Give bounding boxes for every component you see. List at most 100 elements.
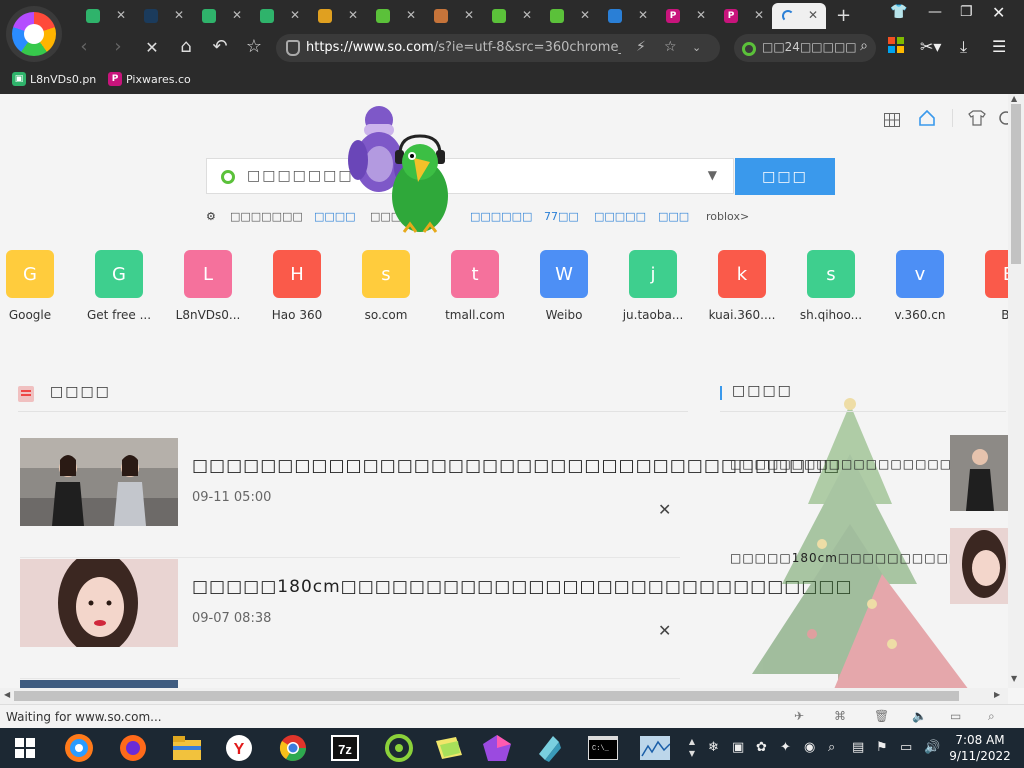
news-thumbnail[interactable] xyxy=(20,680,178,688)
site-label[interactable]: Hao 360 xyxy=(257,308,337,322)
tab-close-icon[interactable]: ✕ xyxy=(522,8,532,22)
quick-site-tile[interactable]: t tmall.com xyxy=(435,250,515,322)
green-app-icon[interactable] xyxy=(384,734,414,762)
scroll-left-arrow[interactable]: ◀ xyxy=(4,690,10,699)
download-icon[interactable]: ⤓ xyxy=(960,37,967,57)
tab-search[interactable]: ✕ xyxy=(598,3,656,29)
favorite-star-icon[interactable]: ☆ xyxy=(664,39,677,55)
accelerate-icon[interactable]: ✈ xyxy=(794,709,804,723)
minimize-button[interactable]: — xyxy=(928,4,942,20)
tab-close-icon[interactable]: ✕ xyxy=(754,8,764,22)
tray-app-icon[interactable]: ⌕ xyxy=(828,740,835,755)
tab-close-icon[interactable]: ✕ xyxy=(808,8,818,22)
green-parrot-mascot[interactable] xyxy=(384,132,456,240)
quick-site-tile[interactable]: s so.com xyxy=(346,250,426,322)
menu-icon[interactable]: ☰ xyxy=(992,37,1006,56)
tab-3[interactable]: ✕ xyxy=(192,3,250,29)
quick-site-tile[interactable]: j ju.taoba... xyxy=(613,250,693,322)
site-letter-icon[interactable]: t xyxy=(451,250,499,298)
resource-monitor-icon[interactable] xyxy=(640,734,670,762)
quick-site-tile[interactable]: H Hao 360 xyxy=(257,250,337,322)
network-tray-icon[interactable]: ▭ xyxy=(900,740,912,755)
search-icon[interactable]: ⌕ xyxy=(860,38,868,54)
scroll-up-arrow[interactable]: ▲ xyxy=(1011,94,1017,103)
news-item[interactable] xyxy=(20,680,680,688)
site-label[interactable]: L8nVDs0... xyxy=(168,308,248,322)
site-label[interactable]: sh.qihoo... xyxy=(791,308,871,322)
side-news-thumbnail[interactable] xyxy=(950,528,1008,604)
site-letter-icon[interactable]: G xyxy=(6,250,54,298)
window-icon[interactable]: ▭ xyxy=(950,709,961,723)
bookmark-star-icon[interactable]: ☆ xyxy=(242,36,266,57)
tab-pixwares-1[interactable]: P ✕ xyxy=(656,3,714,29)
settings-gear-icon[interactable] xyxy=(998,110,1008,130)
site-letter-icon[interactable]: W xyxy=(540,250,588,298)
quick-site-tile[interactable]: v v.360.cn xyxy=(880,250,960,322)
maximize-button[interactable]: ❐ xyxy=(960,4,973,20)
site-letter-icon[interactable]: B xyxy=(985,250,1008,298)
gem-app-icon[interactable] xyxy=(482,734,512,762)
tab-close-icon[interactable]: ✕ xyxy=(116,8,126,22)
horizontal-scrollbar[interactable]: ◀ ▶ xyxy=(0,688,1008,704)
quick-site-tile[interactable]: s sh.qihoo... xyxy=(791,250,871,322)
site-label[interactable]: ju.taoba... xyxy=(613,308,693,322)
taskbar-overflow-scroller[interactable]: ▲ ▼ xyxy=(686,734,698,762)
firefox-taskbar-icon[interactable] xyxy=(118,734,148,762)
url-text[interactable]: https://www.so.com/s?ie=utf-8&src=360chr… xyxy=(306,40,621,55)
chevron-down-icon[interactable]: ⌄ xyxy=(692,41,701,54)
news-item[interactable]: □□□□□□□□□□□□□□□□□□□□□□□□□□□□□□□□□□□□□□ 0… xyxy=(20,438,839,558)
command-prompt-icon[interactable]: C:\_ xyxy=(588,734,618,762)
image-tray-icon[interactable]: ▣ xyxy=(732,740,744,755)
tab-so-3[interactable]: ✕ xyxy=(540,3,598,29)
site-letter-icon[interactable]: v xyxy=(896,250,944,298)
settings-icon[interactable]: ⚙ xyxy=(206,210,216,223)
hot-search-link[interactable]: roblox> xyxy=(706,210,749,223)
back-button[interactable]: ‹ xyxy=(72,36,96,57)
scroll-down-arrow[interactable]: ▼ xyxy=(1011,674,1017,683)
horizontal-scroll-thumb[interactable] xyxy=(14,691,959,701)
bookmark-item[interactable]: ▣ L8nVDs0.pn xyxy=(12,72,96,86)
tray-app-icon[interactable]: ✿ xyxy=(756,740,767,755)
site-label[interactable]: tmall.com xyxy=(435,308,515,322)
tab-close-icon[interactable]: ✕ xyxy=(464,8,474,22)
flag-tray-icon[interactable]: ⚑ xyxy=(876,740,888,755)
crystal-app-icon[interactable] xyxy=(534,734,564,762)
site-label[interactable]: Ba xyxy=(969,308,1008,322)
vertical-scroll-thumb[interactable] xyxy=(1011,104,1021,264)
bookmark-item[interactable]: P Pixwares.co xyxy=(108,72,191,86)
volume-tray-icon[interactable]: 🔊 xyxy=(924,740,940,755)
site-label[interactable]: so.com xyxy=(346,308,426,322)
site-letter-icon[interactable]: s xyxy=(362,250,410,298)
hot-search-link[interactable]: □□□□□□□ xyxy=(230,210,303,223)
zoom-icon[interactable]: ⌕ xyxy=(988,709,995,724)
tab-close-icon[interactable]: ✕ xyxy=(580,8,590,22)
side-news-thumbnail[interactable] xyxy=(950,435,1008,511)
tray-app-icon[interactable]: ▤ xyxy=(852,740,864,755)
vertical-scrollbar[interactable]: ▲ ▼ xyxy=(1008,94,1024,688)
apps-grid-icon[interactable] xyxy=(888,37,904,57)
hot-search-link[interactable]: □□□□□ xyxy=(594,210,646,223)
tab-so-2[interactable]: ✕ xyxy=(482,3,540,29)
cleanup-icon[interactable]: ⌘ xyxy=(834,709,846,723)
hot-search-link[interactable]: □□□□□□ xyxy=(470,210,532,223)
scroll-right-arrow[interactable]: ▶ xyxy=(994,690,1000,699)
news-thumbnail[interactable] xyxy=(20,438,178,526)
tab-close-icon[interactable]: ✕ xyxy=(174,8,184,22)
quick-site-tile[interactable]: G Get free ... xyxy=(79,250,159,322)
site-label[interactable]: Weibo xyxy=(524,308,604,322)
tab-5[interactable]: ✕ xyxy=(308,3,366,29)
tab-image[interactable]: ✕ xyxy=(424,3,482,29)
skin-icon[interactable]: 👕 xyxy=(890,4,907,20)
tab-pixwares-2[interactable]: P ✕ xyxy=(714,3,772,29)
quick-site-tile[interactable]: B Ba xyxy=(969,250,1008,322)
tray-app-icon[interactable]: ◉ xyxy=(804,740,815,755)
yandex-browser-icon[interactable]: Y xyxy=(224,734,254,762)
close-window-button[interactable]: ✕ xyxy=(992,3,1005,22)
address-bar[interactable]: https://www.so.com/s?ie=utf-8&src=360chr… xyxy=(276,34,720,62)
stop-loading-button[interactable]: ✕ xyxy=(140,38,164,57)
news-item[interactable]: □□□□□180cm□□□□□□□□□□□□□□□□□□□□□□□□□□□□□□… xyxy=(20,559,852,679)
trash-icon[interactable]: 🗑 xyxy=(874,709,889,723)
chrome-taskbar-icon[interactable] xyxy=(278,734,308,762)
home-page-icon[interactable] xyxy=(918,109,936,130)
site-label[interactable]: Google xyxy=(0,308,70,322)
